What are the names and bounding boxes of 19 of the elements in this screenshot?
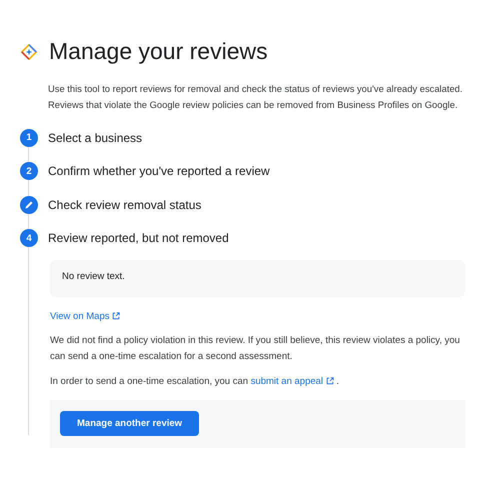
step-number-badge: 2	[20, 162, 38, 180]
intro-text: Use this tool to report reviews for removal and check the status of reviews you've already escalated. Reviews that violate the Google review policies can be removed from Business Profiles on Google.	[48, 82, 464, 112]
pencil-icon	[20, 196, 38, 214]
result-text: We did not find a policy violation in this review. If you still believe, this review violates a policy, you can send a one-time escalation for a second assessment.	[50, 334, 461, 364]
external-link-icon	[326, 377, 334, 386]
step-label: Review reported, but not removed	[48, 231, 229, 246]
manage-another-review-button[interactable]: Manage another review	[60, 411, 200, 436]
view-on-maps-link[interactable]: View on Maps	[50, 311, 120, 322]
appeal-text: In order to send a one-time escalation, you can submit an appeal .	[50, 375, 340, 389]
step-label: Confirm whether you've reported a review	[48, 164, 270, 178]
page-title: Manage your reviews	[49, 38, 268, 65]
step-label: Select a business	[48, 130, 142, 145]
step-number-badge: 4	[20, 229, 38, 248]
step-number-badge: 1	[20, 128, 38, 147]
diamond-logo-icon	[21, 44, 37, 60]
submit-appeal-link[interactable]: submit an appeal	[250, 376, 334, 387]
review-text: No review text.	[62, 271, 125, 282]
step-label: Check review removal status	[48, 198, 202, 212]
external-link-icon	[112, 312, 120, 320]
